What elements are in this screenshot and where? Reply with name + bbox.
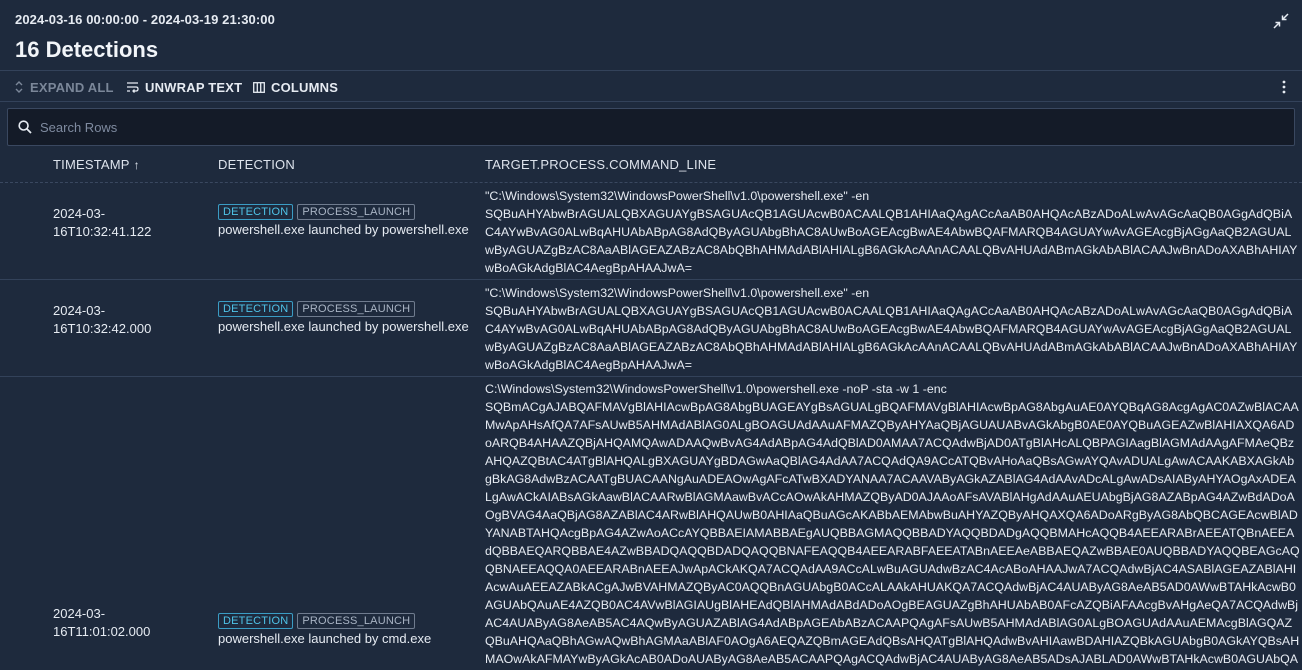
row-timestamp: 2024-03- 16T10:32:42.000 — [53, 303, 152, 336]
collapse-icon[interactable] — [1272, 12, 1290, 30]
detection-text: powershell.exe launched by powershell.ex… — [218, 222, 469, 237]
row-command-line: "C:\Windows\System32\WindowsPowerShell\v… — [485, 189, 1298, 275]
column-header-detection[interactable]: DETECTION — [218, 157, 295, 172]
process-launch-tag: PROCESS_LAUNCH — [297, 204, 416, 220]
unwrap-text-label: UNWRAP TEXT — [145, 79, 243, 95]
row-command-line: C:\Windows\System32\WindowsPowerShell\v1… — [485, 382, 1300, 666]
toolbar: EXPAND ALL UNWRAP TEXT COLUMNS — [0, 70, 1302, 102]
search-icon — [18, 120, 32, 134]
row-command-line: "C:\Windows\System32\WindowsPowerShell\v… — [485, 286, 1298, 372]
process-launch-tag: PROCESS_LAUNCH — [297, 301, 416, 317]
date-range: 2024-03-16 00:00:00 - 2024-03-19 21:30:0… — [15, 12, 275, 27]
table-header: TIMESTAMP ↑ DETECTION TARGET.PROCESS.COMM… — [0, 147, 1302, 183]
header: 2024-03-16 00:00:00 - 2024-03-19 21:30:0… — [0, 0, 1302, 70]
process-launch-tag: PROCESS_LAUNCH — [297, 613, 416, 629]
detection-tag: DETECTION — [218, 301, 294, 317]
columns-button[interactable]: COLUMNS — [253, 71, 338, 103]
columns-label: COLUMNS — [271, 79, 339, 95]
detection-text: powershell.exe launched by cmd.exe — [218, 631, 432, 646]
row-detection: DETECTION PROCESS_LAUNCH powershell.exe … — [218, 613, 478, 648]
expand-all-button[interactable]: EXPAND ALL — [14, 71, 114, 103]
row-detection: DETECTION PROCESS_LAUNCH powershell.exe … — [218, 301, 478, 336]
search-bar — [7, 108, 1295, 146]
sort-ascending-icon: ↑ — [133, 158, 140, 172]
table-row[interactable]: 2024-03- 16T10:32:41.122 DETECTION PROCE… — [0, 183, 1302, 280]
table-row[interactable]: 2024-03- 16T10:32:42.000 DETECTION PROCE… — [0, 280, 1302, 377]
detection-tag: DETECTION — [218, 204, 294, 220]
detection-text: powershell.exe launched by powershell.ex… — [218, 319, 469, 334]
unwrap-text-button[interactable]: UNWRAP TEXT — [126, 71, 242, 103]
detection-tag: DETECTION — [218, 613, 294, 629]
search-input[interactable] — [40, 109, 1280, 145]
row-timestamp: 2024-03- 16T11:01:02.000 — [53, 606, 151, 639]
table-row[interactable]: 2024-03- 16T11:01:02.000 DETECTION PROCE… — [0, 377, 1302, 670]
expand-all-label: EXPAND ALL — [30, 79, 114, 95]
column-header-timestamp[interactable]: TIMESTAMP ↑ — [53, 157, 140, 172]
row-timestamp: 2024-03- 16T10:32:41.122 — [53, 206, 152, 239]
row-detection: DETECTION PROCESS_LAUNCH powershell.exe … — [218, 204, 478, 239]
chevron-updown-icon — [15, 81, 23, 93]
column-header-command-line[interactable]: TARGET.PROCESS.COMMAND_LINE — [485, 157, 716, 172]
wrap-text-icon — [127, 82, 139, 93]
page-title: 16 Detections — [15, 37, 159, 62]
kebab-icon[interactable] — [1276, 78, 1292, 96]
columns-icon — [253, 81, 265, 93]
